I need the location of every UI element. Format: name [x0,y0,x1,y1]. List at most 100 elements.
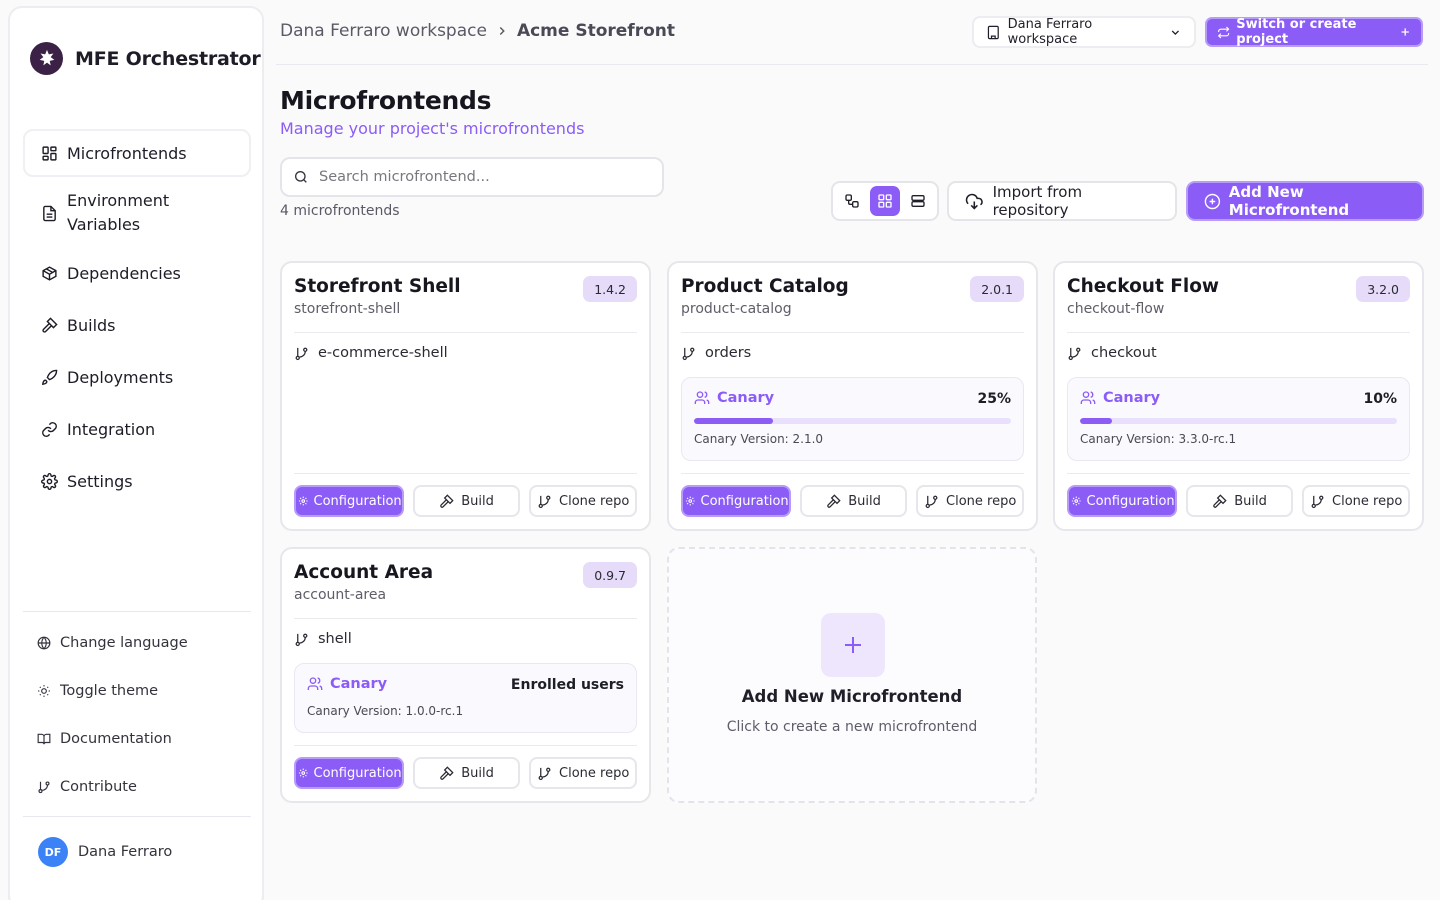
card-actions: Configuration Build Clone repo [1067,485,1411,517]
card-title: Storefront Shell [294,276,461,297]
build-button[interactable]: Build [412,757,521,789]
configuration-label: Configuration [700,493,789,509]
view-grid-button[interactable] [870,186,900,216]
microfrontend-card[interactable]: Storefront Shell storefront-shell 1.4.2 … [280,261,651,531]
configuration-button[interactable]: Configuration [1067,485,1177,517]
import-repository-button[interactable]: Import from repository [947,181,1177,221]
configuration-button[interactable]: Configuration [681,485,791,517]
clone-repo-label: Clone repo [559,493,630,509]
sidebar-footer: Change language Toggle theme Documentati… [23,619,251,811]
user-profile[interactable]: DF Dana Ferraro [38,837,172,867]
clone-repo-button[interactable]: Clone repo [1302,485,1411,517]
canary-label: Canary [1080,390,1160,406]
git-branch-icon [682,347,695,360]
globe-icon [37,636,51,650]
card-title: Account Area [294,562,434,583]
configuration-button[interactable]: Configuration [294,757,404,789]
gear-icon [685,496,695,506]
view-list-button[interactable] [903,186,933,216]
build-button[interactable]: Build [1185,485,1294,517]
breadcrumb-project: Acme Storefront [516,21,675,41]
canary-version: Canary Version: 2.1.0 [694,432,824,446]
clone-repo-button[interactable]: Clone repo [529,485,638,517]
canary-progress-track [694,418,1011,424]
rocket-icon [41,369,58,385]
microfrontend-card[interactable]: Checkout Flow checkout-flow 3.2.0 checko… [1053,261,1424,531]
clone-repo-button[interactable]: Clone repo [916,485,1025,517]
add-microfrontend-card[interactable]: Add New Microfrontend Click to create a … [667,547,1037,803]
git-branch-icon [295,633,308,646]
sidebar-item-deployments[interactable]: Deployments [23,353,251,401]
brand-name: MFE Orchestrator [75,47,261,70]
gear-icon [41,472,58,490]
workspace-select-label: Dana Ferraro workspace [1007,17,1093,47]
breadcrumb-workspace[interactable]: Dana Ferraro workspace [280,21,487,41]
avatar: DF [38,837,68,867]
version-badge: 0.9.7 [583,562,637,588]
toggle-theme-button[interactable]: Toggle theme [23,667,251,715]
file-text-icon [43,205,56,221]
sidebar-item-builds[interactable]: Builds [23,301,251,349]
configuration-label: Configuration [313,765,402,781]
card-divider [681,332,1024,333]
sidebar-item-settings[interactable]: Settings [23,457,251,505]
canary-panel: Canary Enrolled users Canary Version: 1.… [294,663,637,733]
swap-icon [1217,26,1230,38]
documentation-link[interactable]: Documentation [23,715,251,763]
sidebar-item-label: Environment Variables [67,191,170,234]
microfrontend-card[interactable]: Product Catalog product-catalog 2.0.1 or… [667,261,1038,531]
git-branch-icon [38,781,50,794]
git-branch-icon [538,495,551,508]
search-icon [295,171,307,183]
card-divider [294,618,637,619]
version-badge: 3.2.0 [1356,276,1410,302]
sidebar-divider [23,816,251,817]
sidebar-item-label: Deployments [67,367,174,387]
configuration-button[interactable]: Configuration [294,485,404,517]
package-icon [42,265,57,281]
git-branch-icon [1311,495,1324,508]
build-button[interactable]: Build [412,485,521,517]
sidebar-item-integration[interactable]: Integration [23,405,251,453]
change-language-button[interactable]: Change language [23,619,251,667]
sidebar-item-dependencies[interactable]: Dependencies [23,249,251,297]
canary-label-text: Canary [1103,390,1161,406]
sidebar-item-environment-variables[interactable]: Environment Variables [23,181,251,245]
clone-repo-label: Clone repo [1332,493,1403,509]
search-input[interactable] [319,169,639,185]
plus-icon [1401,28,1409,36]
gear-icon [298,768,308,778]
clone-repo-label: Clone repo [559,765,630,781]
canary-version: Canary Version: 1.0.0-rc.1 [307,704,464,718]
workspace-select[interactable]: Dana Ferraro workspace [972,16,1196,48]
card-title: Checkout Flow [1067,276,1220,297]
microfrontend-card[interactable]: Account Area account-area 0.9.7 shell Ca… [280,547,651,803]
footer-item-label: Change language [60,635,188,651]
user-name: Dana Ferraro [78,844,173,860]
contribute-link[interactable]: Contribute [23,763,251,811]
configuration-label: Configuration [1086,493,1175,509]
search-box[interactable] [280,157,664,197]
canary-panel: Canary 25% Canary Version: 2.1.0 [681,377,1024,461]
sidebar-item-label: Builds [67,315,116,335]
add-microfrontend-button[interactable]: Add New Microfrontend [1186,181,1424,221]
branch-name: shell [318,631,352,647]
clone-repo-button[interactable]: Clone repo [529,757,638,789]
build-button[interactable]: Build [799,485,908,517]
sidebar-nav: Microfrontends Environment Variables Dep… [23,129,251,509]
gear-icon [298,496,308,506]
canary-percentage: 25% [977,391,1011,407]
switch-project-button[interactable]: Switch or create project [1205,17,1423,47]
hammer-icon [440,765,454,780]
users-icon [307,677,323,690]
card-actions: Configuration Build Clone repo [294,757,638,789]
workflow-icon [845,194,859,208]
plus-circle-icon [1204,193,1221,209]
canary-label: Canary [307,676,387,692]
sidebar-item-microfrontends[interactable]: Microfrontends [23,129,251,177]
brand[interactable]: MFE Orchestrator [30,42,261,75]
brand-logo-icon [30,42,63,75]
sidebar: MFE Orchestrator Microfrontends Environm… [8,6,264,900]
view-graph-button[interactable] [837,186,867,216]
canary-percentage: 10% [1363,391,1397,407]
